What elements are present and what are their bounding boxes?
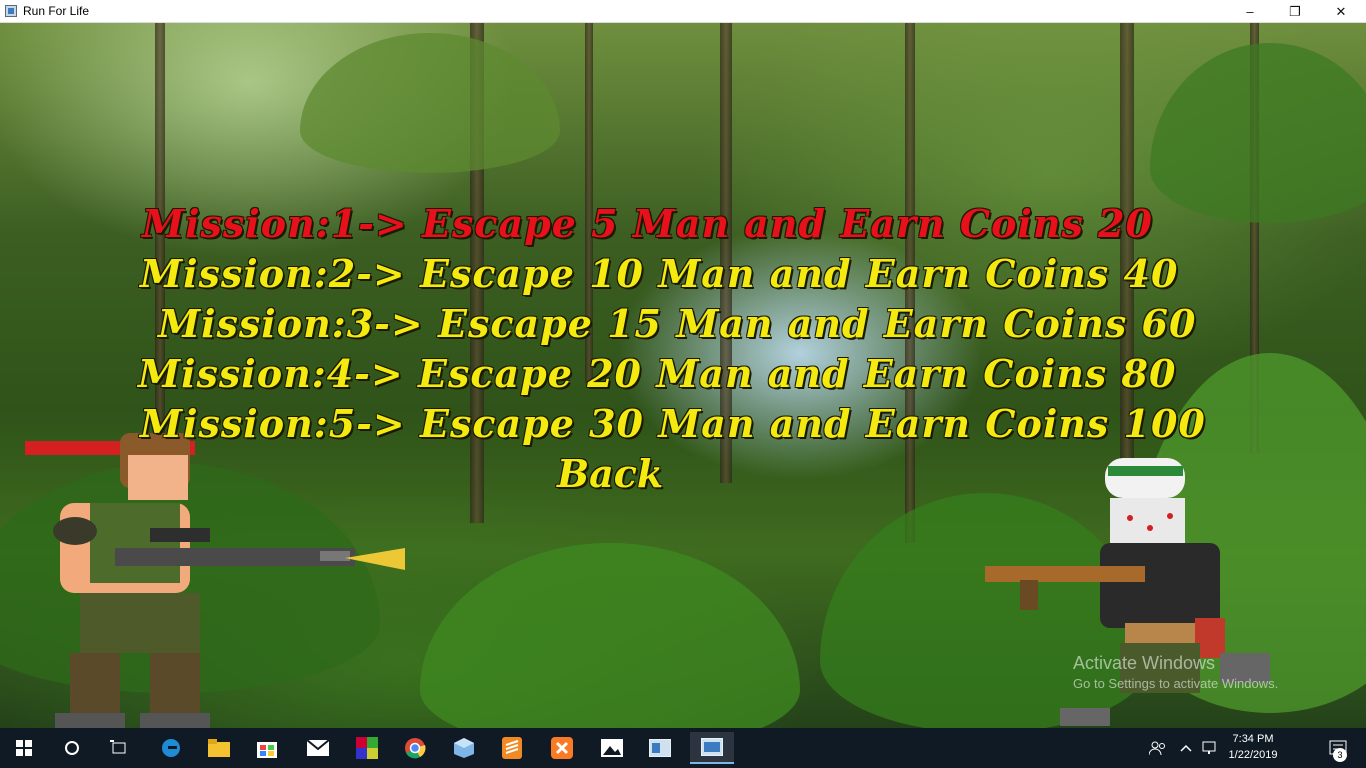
mission-5-option[interactable]: Mission:5-> Escape 30 Man and Earn Coins… xyxy=(140,401,1206,446)
foliage xyxy=(420,543,800,728)
mission-1-option[interactable]: Mission:1-> Escape 5 Man and Earn Coins … xyxy=(142,201,1153,246)
window-title: Run For Life xyxy=(23,4,90,18)
watermark-title: Activate Windows xyxy=(1073,653,1216,673)
mission-2-option[interactable]: Mission:2-> Escape 10 Man and Earn Coins… xyxy=(140,251,1178,296)
file-explorer-icon[interactable] xyxy=(203,732,235,764)
mission-3-option[interactable]: Mission:3-> Escape 15 Man and Earn Coins… xyxy=(158,301,1196,346)
xampp-icon[interactable] xyxy=(546,732,578,764)
player-soldier-sprite xyxy=(25,433,405,728)
back-button[interactable]: Back xyxy=(557,451,663,496)
title-bar[interactable]: Run For Life – ❐ ✕ xyxy=(0,0,1366,23)
network-icon[interactable] xyxy=(1200,732,1222,764)
clock-date: 1/22/2019 xyxy=(1228,749,1278,761)
system-clock[interactable]: 7:34 PM 1/22/2019 xyxy=(1220,731,1286,763)
run-for-life-icon[interactable] xyxy=(690,732,734,764)
clock-time: 7:34 PM xyxy=(1232,733,1274,745)
game-window: Run For Life – ❐ ✕ Mission:1-> Escape 5 … xyxy=(0,0,1366,768)
close-button[interactable]: ✕ xyxy=(1318,0,1364,23)
winrar-icon[interactable] xyxy=(351,732,383,764)
people-icon[interactable] xyxy=(1142,732,1174,764)
task-view-icon[interactable] xyxy=(103,732,135,764)
mission-4-option[interactable]: Mission:4-> Escape 20 Man and Earn Coins… xyxy=(138,351,1176,396)
chevron-up-icon[interactable] xyxy=(1176,732,1196,764)
sublime-icon[interactable] xyxy=(496,732,528,764)
store-icon[interactable] xyxy=(251,732,283,764)
cortana-icon[interactable] xyxy=(56,732,88,764)
app-icon xyxy=(5,5,17,17)
mail-icon[interactable] xyxy=(302,732,334,764)
virtualbox-icon[interactable] xyxy=(448,732,480,764)
notification-count-badge: 3 xyxy=(1333,748,1347,762)
foliage xyxy=(1150,43,1366,223)
taskbar: 7:34 PM 1/22/2019 3 xyxy=(0,728,1366,768)
edge-icon[interactable] xyxy=(155,732,187,764)
minimize-button[interactable]: – xyxy=(1227,0,1273,23)
activate-windows-watermark: Activate Windows Go to Settings to activ… xyxy=(1073,653,1278,691)
restore-button[interactable]: ❐ xyxy=(1272,0,1318,23)
chrome-icon[interactable] xyxy=(399,732,431,764)
app-icon[interactable] xyxy=(644,732,676,764)
photos-icon[interactable] xyxy=(596,732,628,764)
watermark-subtitle: Go to Settings to activate Windows. xyxy=(1073,676,1279,691)
foliage xyxy=(300,33,560,173)
start-icon[interactable] xyxy=(8,732,40,764)
game-canvas: Mission:1-> Escape 5 Man and Earn Coins … xyxy=(0,23,1366,728)
